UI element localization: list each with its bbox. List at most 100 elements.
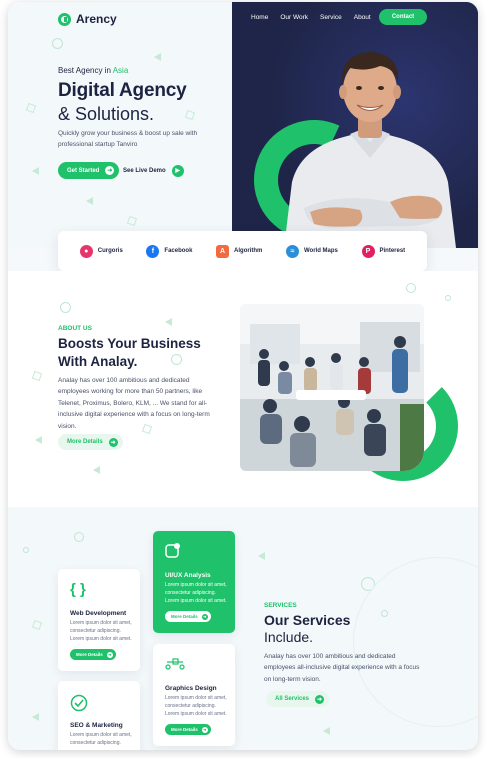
service-title: UI/UX Analysis bbox=[165, 572, 211, 579]
deco-circle bbox=[52, 38, 63, 49]
about-title: Boosts Your Business With Analay. bbox=[58, 335, 228, 371]
check-circle-icon bbox=[70, 694, 88, 712]
hero-subtitle: Best Agency in Asia bbox=[58, 66, 128, 75]
nav-item-home[interactable]: Home bbox=[251, 14, 268, 21]
service-description: Lorem ipsum dolor sit amet, consectetur … bbox=[165, 582, 227, 604]
about-description: Analay has over 100 ambitious and dedica… bbox=[58, 377, 210, 430]
service-description: Lorem ipsum dolor sit amet, consectetur … bbox=[70, 620, 132, 642]
services-section: { } Web Development Lorem ipsum dolor si… bbox=[8, 507, 478, 750]
deco-circle bbox=[74, 532, 84, 542]
deco-triangle bbox=[32, 167, 39, 175]
services-label: SERVICES bbox=[264, 602, 297, 609]
service-more-details-button[interactable]: More Details ➜ bbox=[165, 611, 211, 622]
deco-triangle bbox=[35, 436, 42, 444]
hero-title-line2: & Solutions. bbox=[58, 104, 155, 124]
live-demo-button[interactable]: See Live Demo ▶ bbox=[123, 162, 184, 179]
service-more-details-button[interactable]: More Details ➜ bbox=[165, 724, 211, 735]
main-nav: Home Our Work Service About bbox=[251, 14, 371, 21]
arrow-right-icon: ➜ bbox=[106, 651, 113, 658]
play-icon: ▶ bbox=[171, 164, 184, 177]
service-card-seo-marketing[interactable]: SEO & Marketing Lorem ipsum dolor sit am… bbox=[58, 681, 140, 750]
deco-triangle bbox=[93, 466, 100, 474]
logo-text: Arency bbox=[76, 12, 117, 26]
about-more-details-button[interactable]: More Details ➜ bbox=[58, 434, 123, 450]
deco-circle bbox=[445, 295, 451, 301]
arrow-right-icon: ➜ bbox=[108, 437, 118, 447]
about-title-line2: With Analay. bbox=[58, 354, 138, 370]
hero-description: Quickly grow your business & boost up sa… bbox=[58, 130, 198, 148]
deco-square bbox=[184, 109, 196, 121]
more-details-label: More Details bbox=[67, 439, 103, 445]
deco-square bbox=[25, 102, 37, 114]
partners-bar: ● Curgoris f Facebook A Algorithm ≈ Worl… bbox=[58, 231, 427, 271]
code-braces-icon: { } bbox=[70, 581, 86, 598]
algorithm-icon: A bbox=[216, 244, 230, 258]
live-demo-label: See Live Demo bbox=[123, 167, 166, 174]
partner-algorithm[interactable]: A Algorithm bbox=[216, 244, 263, 258]
page-frame: Arency Home Our Work Service About Conta… bbox=[8, 2, 478, 750]
get-started-button[interactable]: Get Started ➜ bbox=[58, 162, 120, 179]
deco-triangle bbox=[154, 53, 161, 61]
hero-person-illustration bbox=[284, 52, 456, 248]
about-section: ABOUT US Boosts Your Business With Anala… bbox=[8, 271, 478, 507]
hero-image-panel bbox=[232, 2, 478, 248]
facebook-icon: f bbox=[146, 244, 160, 258]
service-title: Graphics Design bbox=[165, 685, 217, 692]
contact-button[interactable]: Contact bbox=[379, 9, 427, 25]
all-services-button[interactable]: All Services ➜ bbox=[266, 691, 330, 707]
nav-item-our-work[interactable]: Our Work bbox=[280, 14, 308, 21]
arrow-right-icon: ➜ bbox=[105, 166, 115, 175]
deco-square bbox=[126, 215, 138, 227]
partner-name: Facebook bbox=[164, 248, 193, 254]
deco-triangle bbox=[258, 552, 265, 560]
curgoris-icon: ● bbox=[79, 244, 93, 258]
deco-circle bbox=[60, 302, 71, 313]
deco-triangle bbox=[86, 197, 93, 205]
logo-icon bbox=[58, 12, 71, 26]
service-card-ui-ux-analysis[interactable]: UI/UX Analysis Lorem ipsum dolor sit ame… bbox=[153, 531, 235, 633]
deco-circle bbox=[406, 283, 416, 293]
pinterest-icon: P bbox=[361, 244, 375, 258]
service-description: Lorem ipsum dolor sit amet, consectetur … bbox=[165, 695, 227, 717]
service-card-web-development[interactable]: { } Web Development Lorem ipsum dolor si… bbox=[58, 569, 140, 671]
deco-triangle bbox=[165, 318, 172, 326]
partner-name: Pinterest bbox=[379, 248, 406, 254]
partner-pinterest[interactable]: P Pinterest bbox=[361, 244, 406, 258]
ui-ux-icon bbox=[165, 543, 180, 558]
more-details-label: More Details bbox=[171, 727, 198, 732]
arrow-right-icon: ➜ bbox=[201, 613, 208, 620]
partner-world-maps[interactable]: ≈ World Maps bbox=[286, 244, 338, 258]
service-card-graphics-design[interactable]: Graphics Design Lorem ipsum dolor sit am… bbox=[153, 644, 235, 746]
brand-logo[interactable]: Arency bbox=[58, 12, 117, 26]
nav-item-service[interactable]: Service bbox=[320, 14, 342, 21]
services-description: Analay has over 100 ambitious and dedica… bbox=[264, 653, 420, 683]
hero-subtitle-prefix: Best Agency in bbox=[58, 66, 111, 75]
partner-name: World Maps bbox=[304, 248, 338, 254]
partner-name: Algorithm bbox=[234, 248, 263, 254]
arrow-right-icon: ➜ bbox=[315, 694, 325, 704]
arrow-right-icon: ➜ bbox=[201, 726, 208, 733]
world-maps-icon: ≈ bbox=[286, 244, 299, 258]
deco-square bbox=[31, 619, 43, 631]
service-description: Lorem ipsum dolor sit amet, consectetur … bbox=[70, 732, 132, 746]
hero-subtitle-accent: Asia bbox=[112, 66, 129, 75]
services-title-line2: Include. bbox=[264, 629, 314, 645]
services-title: Our Services bbox=[264, 612, 351, 628]
service-more-details-button[interactable]: More Details ➜ bbox=[70, 649, 116, 660]
about-title-line1: Boosts Your Business bbox=[58, 336, 201, 351]
service-title: Web Development bbox=[70, 610, 127, 617]
more-details-label: More Details bbox=[76, 652, 103, 657]
hero-title: Digital Agency bbox=[58, 80, 187, 101]
deco-triangle bbox=[32, 713, 39, 721]
about-label: ABOUT US bbox=[58, 325, 92, 332]
deco-triangle bbox=[323, 727, 330, 735]
partner-curgoris[interactable]: ● Curgoris bbox=[79, 244, 123, 258]
deco-square bbox=[31, 370, 43, 382]
partner-facebook[interactable]: f Facebook bbox=[146, 244, 193, 258]
partner-name: Curgoris bbox=[97, 248, 123, 254]
all-services-label: All Services bbox=[275, 696, 310, 702]
nav-item-about[interactable]: About bbox=[354, 14, 371, 21]
team-meeting-photo bbox=[240, 304, 424, 471]
more-details-label: More Details bbox=[171, 614, 198, 619]
service-title: SEO & Marketing bbox=[70, 722, 123, 729]
